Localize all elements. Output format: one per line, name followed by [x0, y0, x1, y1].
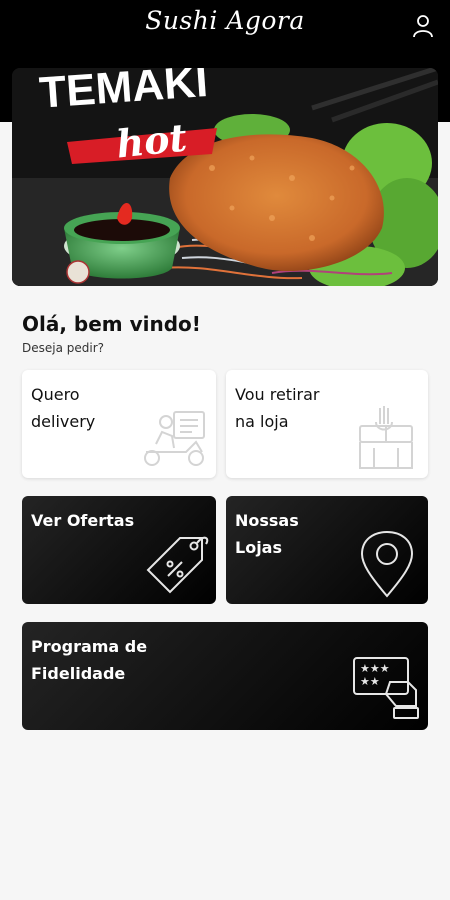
offers-card-label: Ver Ofertas: [31, 511, 135, 530]
stores-card-label: Nossas Lojas: [235, 511, 299, 557]
loyalty-program-card[interactable]: Programa de Fidelidade ★★★ ★★: [22, 622, 428, 730]
store-pickup-card[interactable]: Vou retirar na loja: [226, 370, 428, 478]
delivery-card[interactable]: Quero delivery: [22, 370, 216, 478]
svg-text:★★: ★★: [360, 675, 380, 688]
svg-text:hot: hot: [114, 114, 189, 166]
store-pickup-icon: [356, 404, 416, 474]
svg-text:★★★: ★★★: [360, 662, 390, 675]
delivery-card-label: Quero delivery: [31, 385, 96, 431]
loyalty-card-icon: ★★★ ★★: [350, 652, 422, 728]
user-icon[interactable]: [412, 14, 434, 38]
map-pin-icon: [360, 530, 414, 602]
price-tag-icon: [140, 528, 212, 604]
app-title: Sushi Agora: [145, 6, 305, 35]
offers-card[interactable]: Ver Ofertas: [22, 496, 216, 604]
greeting-subtitle: Deseja pedir?: [22, 341, 105, 355]
stores-card[interactable]: Nossas Lojas: [226, 496, 428, 604]
delivery-scooter-icon: [140, 408, 210, 472]
promo-banner[interactable]: TEMAKI hot: [12, 68, 438, 286]
store-pickup-card-label: Vou retirar na loja: [235, 385, 320, 431]
greeting-title: Olá, bem vindo!: [22, 312, 201, 336]
loyalty-card-label: Programa de Fidelidade: [31, 637, 148, 683]
